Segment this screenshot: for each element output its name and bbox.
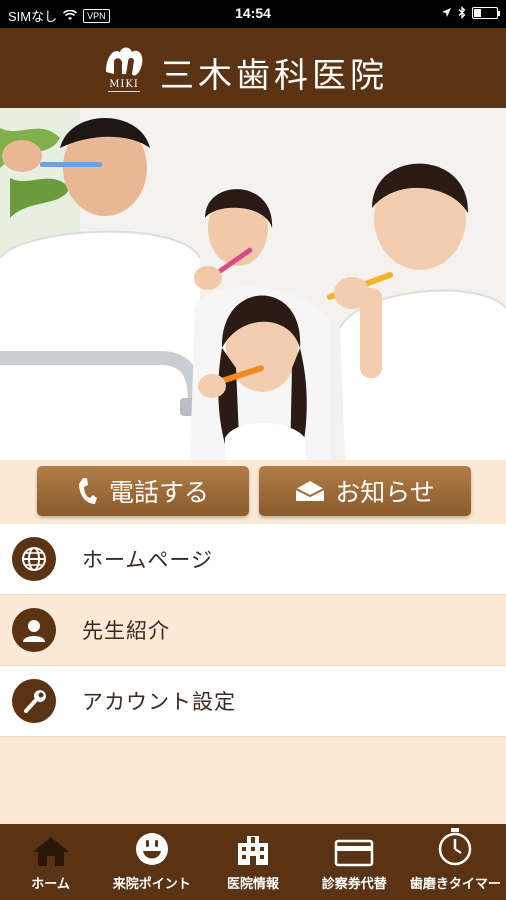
status-bar: SIMなし VPN 14:54 — [0, 0, 506, 28]
app-header: MIKI 三木歯科医院 — [0, 28, 506, 108]
tab-label-card: 診察券代替 — [321, 877, 387, 892]
tab-timer[interactable]: 歯磨きタイマー — [405, 824, 506, 900]
person-icon — [12, 608, 56, 652]
menu-label-homepage: ホームページ — [82, 548, 213, 572]
phone-icon — [78, 478, 97, 504]
news-label: お知らせ — [335, 478, 435, 507]
battery-icon — [472, 6, 500, 19]
menu-item-homepage[interactable]: ホームページ — [0, 524, 506, 595]
tab-points[interactable]: 来院ポイント — [101, 824, 202, 900]
news-button[interactable]: お知らせ — [259, 466, 471, 516]
status-time: 14:54 — [235, 5, 271, 21]
menu-item-doctor[interactable]: 先生紹介 — [0, 595, 506, 666]
envelope-icon — [295, 481, 325, 501]
home-icon — [32, 837, 69, 866]
card-icon — [334, 839, 374, 867]
menu-label-doctor: 先生紹介 — [82, 619, 170, 643]
tab-clinic-info[interactable]: 医院情報 — [202, 824, 303, 900]
hero-photo — [0, 108, 506, 460]
tab-label-clinic-info: 医院情報 — [227, 877, 280, 892]
smiley-icon — [135, 833, 168, 865]
bottom-tab-bar: ホーム 来院ポイント 医院情報 診察券代替 歯磨きタイマー — [0, 824, 506, 900]
building-icon — [238, 836, 268, 865]
svg-text:MIKI: MIKI — [109, 79, 139, 90]
stopwatch-icon — [439, 828, 472, 866]
globe-icon — [12, 537, 56, 581]
tab-label-timer: 歯磨きタイマー — [409, 877, 501, 892]
tab-label-home: ホーム — [31, 877, 70, 892]
bluetooth-icon — [458, 6, 466, 19]
menu-label-account: アカウント設定 — [82, 690, 236, 714]
status-right — [441, 6, 500, 19]
tab-home[interactable]: ホーム — [0, 824, 101, 900]
tab-card[interactable]: 診察券代替 — [304, 824, 405, 900]
tab-label-points: 来院ポイント — [112, 877, 191, 892]
call-label: 電話する — [108, 478, 209, 507]
menu-list: ホームページ 先生紹介 アカウント設定 — [0, 524, 506, 737]
clinic-title: 三木歯科医院 — [160, 56, 388, 96]
wrench-icon — [12, 679, 56, 723]
clinic-logo: MIKI — [106, 47, 143, 92]
location-arrow-icon — [442, 8, 451, 17]
call-button[interactable]: 電話する — [37, 466, 249, 516]
action-buttons: 電話する お知らせ — [0, 460, 506, 524]
menu-item-account[interactable]: アカウント設定 — [0, 666, 506, 737]
